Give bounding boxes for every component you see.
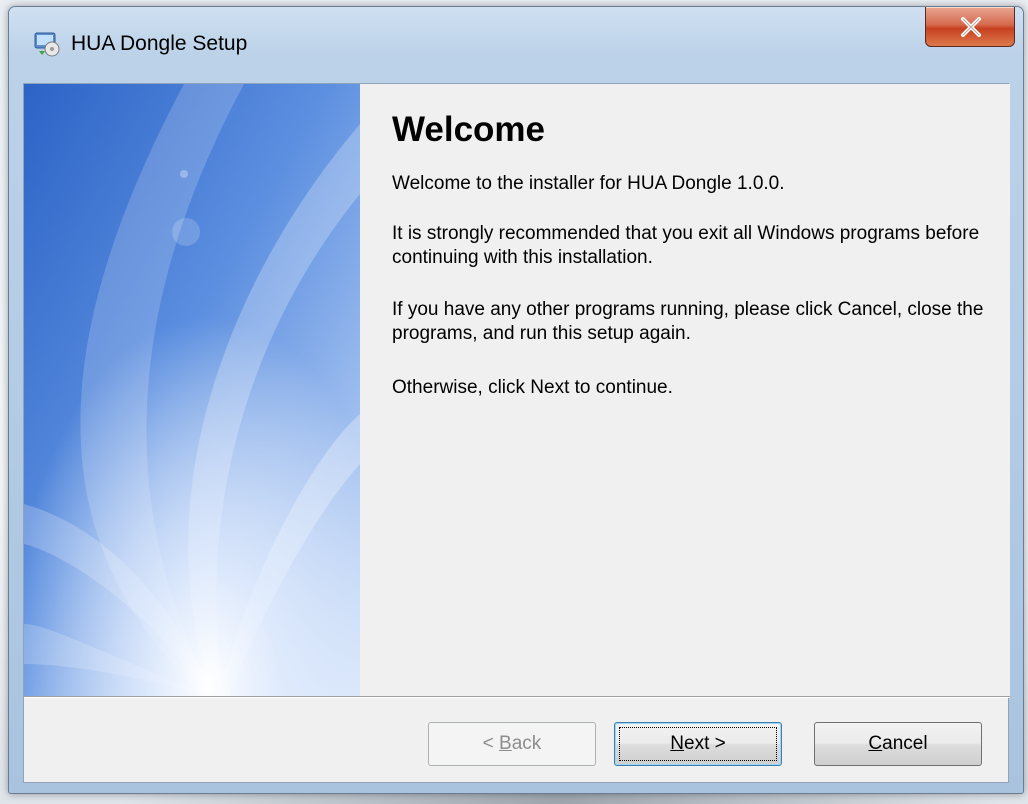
- continue-text: Otherwise, click Next to continue.: [392, 377, 673, 398]
- cancel-button[interactable]: Cancel: [814, 722, 982, 766]
- cancel-button-mnemonic: C: [868, 733, 883, 754]
- back-button-mnemonic: B: [499, 733, 512, 754]
- setup-installer-icon: [33, 29, 61, 57]
- welcome-content: Welcome Welcome to the installer for HUA…: [360, 84, 1010, 696]
- close-button[interactable]: [925, 7, 1015, 47]
- cancel-button-label: ancel: [882, 733, 928, 754]
- back-button-label: ack: [511, 733, 542, 754]
- page-heading: Welcome: [392, 110, 546, 149]
- title-bar[interactable]: HUA Dongle Setup: [9, 7, 1023, 83]
- back-button[interactable]: < Back: [428, 722, 596, 766]
- setup-window: HUA Dongle Setup Welcome Welcome to the …: [8, 6, 1024, 794]
- button-separator: [24, 696, 1010, 698]
- welcome-text: Welcome to the installer for HUA Dongle …: [392, 173, 785, 194]
- window-title: HUA Dongle Setup: [71, 32, 248, 55]
- cancel-instructions-text: If you have any other programs running, …: [392, 299, 984, 344]
- side-banner-image: [24, 84, 360, 696]
- next-button[interactable]: Next >: [614, 722, 782, 766]
- dialog-client-area: Welcome Welcome to the installer for HUA…: [23, 83, 1010, 783]
- focus-rectangle: [619, 727, 777, 761]
- close-icon: [961, 17, 981, 37]
- exit-programs-text: It is strongly recommended that you exit…: [392, 223, 980, 268]
- back-button-prefix: <: [482, 733, 500, 754]
